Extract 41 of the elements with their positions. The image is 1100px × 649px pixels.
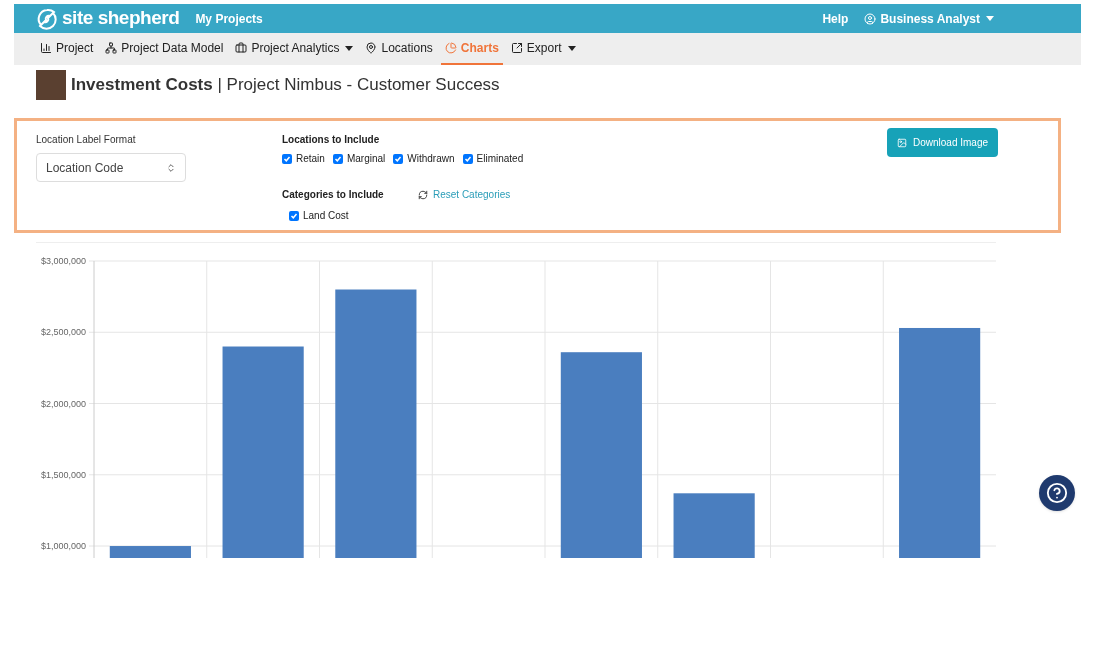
- checkbox[interactable]: [393, 153, 404, 164]
- checkbox-label: Eliminated: [476, 152, 524, 166]
- y-axis-label: $1,500,000: [40, 469, 86, 480]
- nav-tab[interactable]: Project: [36, 33, 98, 65]
- checkbox[interactable]: [289, 210, 299, 221]
- y-axis-label: $3,000,000: [40, 256, 86, 266]
- page-title: Investment Costs | Project Nimbus - Customer Success: [71, 74, 500, 97]
- image-icon: [897, 137, 907, 148]
- nav-tab[interactable]: Export: [506, 33, 580, 65]
- nav-icon: [105, 42, 118, 54]
- checkbox[interactable]: [282, 153, 292, 164]
- y-axis-label: $2,500,000: [40, 327, 86, 338]
- nav-tab[interactable]: Locations: [361, 33, 437, 65]
- nav-icon: [365, 42, 378, 54]
- refresh-icon: [418, 189, 428, 200]
- checkbox-label: Withdrawn: [407, 152, 455, 166]
- user-icon: [864, 12, 877, 25]
- logo-icon: [36, 7, 58, 30]
- section-heading: Locations to Include: [282, 133, 381, 147]
- help-button[interactable]: [1039, 475, 1075, 511]
- checkbox[interactable]: [332, 153, 343, 164]
- field-label: Location Label Format: [36, 133, 137, 147]
- select-arrows-icon: [166, 162, 176, 173]
- nav-tab[interactable]: Project Analytics: [231, 33, 358, 65]
- help-icon: [1046, 482, 1068, 504]
- nav-icon: [40, 42, 52, 54]
- brand-name: site shepherd: [62, 6, 180, 31]
- caret-icon: [986, 16, 994, 21]
- checkbox-label: Land Cost: [303, 209, 349, 223]
- section-heading: Categories to Include: [282, 188, 385, 202]
- nav-icon: [510, 42, 523, 54]
- y-axis-label: $1,000,000: [40, 541, 86, 552]
- nav-icon: [235, 42, 248, 54]
- select-field[interactable]: Location Code: [36, 153, 186, 182]
- nav-icon: [444, 42, 457, 54]
- y-axis-label: $2,000,000: [40, 398, 86, 409]
- checkbox-label: Marginal: [346, 152, 386, 166]
- checkbox[interactable]: [462, 153, 473, 164]
- photo-placeholder: [36, 70, 66, 100]
- checkbox-label: Retain: [296, 152, 325, 166]
- nav-tab[interactable]: Project Data Model: [101, 33, 228, 65]
